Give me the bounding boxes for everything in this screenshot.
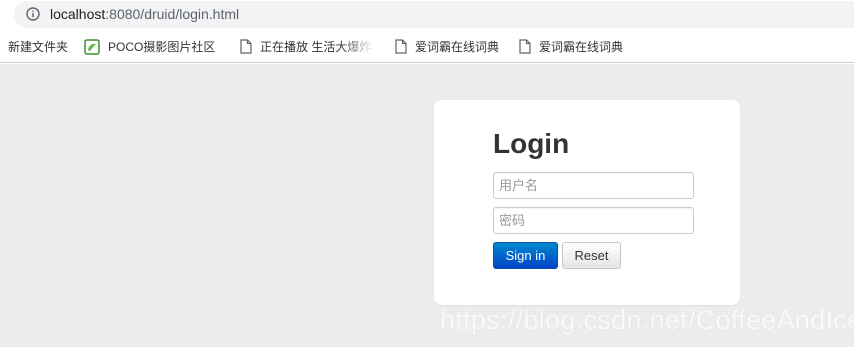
login-card: Login Sign in Reset (434, 100, 740, 305)
url-path: :8080/druid/login.html (105, 6, 240, 22)
page-icon (519, 39, 531, 54)
bookmark-now-playing[interactable]: 正在播放 生活大爆炸 (240, 30, 375, 63)
page-icon (240, 39, 252, 54)
info-icon[interactable] (26, 7, 40, 21)
bookmark-poco[interactable]: POCO摄影图片社区 (84, 30, 215, 63)
bookmarks-bar: 新建文件夹 POCO摄影图片社区 正在播放 生活大爆炸 爱词霸在线词典 爱词霸在… (0, 30, 854, 63)
bookmark-label: 爱词霸在线词典 (539, 40, 624, 54)
browser-address-bar: localhost:8080/druid/login.html (0, 0, 854, 30)
bookmark-label: 新建文件夹 (8, 40, 69, 54)
reset-button[interactable]: Reset (562, 242, 621, 269)
username-input[interactable] (493, 172, 694, 199)
url-host: localhost (50, 6, 106, 22)
login-title: Login (493, 128, 570, 159)
url-text: localhost:8080/druid/login.html (50, 6, 239, 22)
password-input[interactable] (493, 207, 694, 234)
bookmark-label: POCO摄影图片社区 (108, 40, 216, 54)
page-icon (395, 39, 407, 54)
signin-button[interactable]: Sign in (493, 242, 558, 269)
bookmark-folder[interactable]: 新建文件夹 (8, 30, 68, 63)
bookmark-label: 正在播放 生活大爆炸 (260, 40, 372, 54)
bookmark-label: 爱词霸在线词典 (415, 40, 500, 54)
watermark: https://blog.csdn.net/CoffeeAndIce (440, 305, 854, 335)
poco-favicon-icon (84, 38, 100, 55)
bookmark-iciba-1[interactable]: 爱词霸在线词典 (395, 30, 499, 63)
bookmark-iciba-2[interactable]: 爱词霸在线词典 (519, 30, 623, 63)
url-field[interactable]: localhost:8080/druid/login.html (14, 1, 854, 28)
